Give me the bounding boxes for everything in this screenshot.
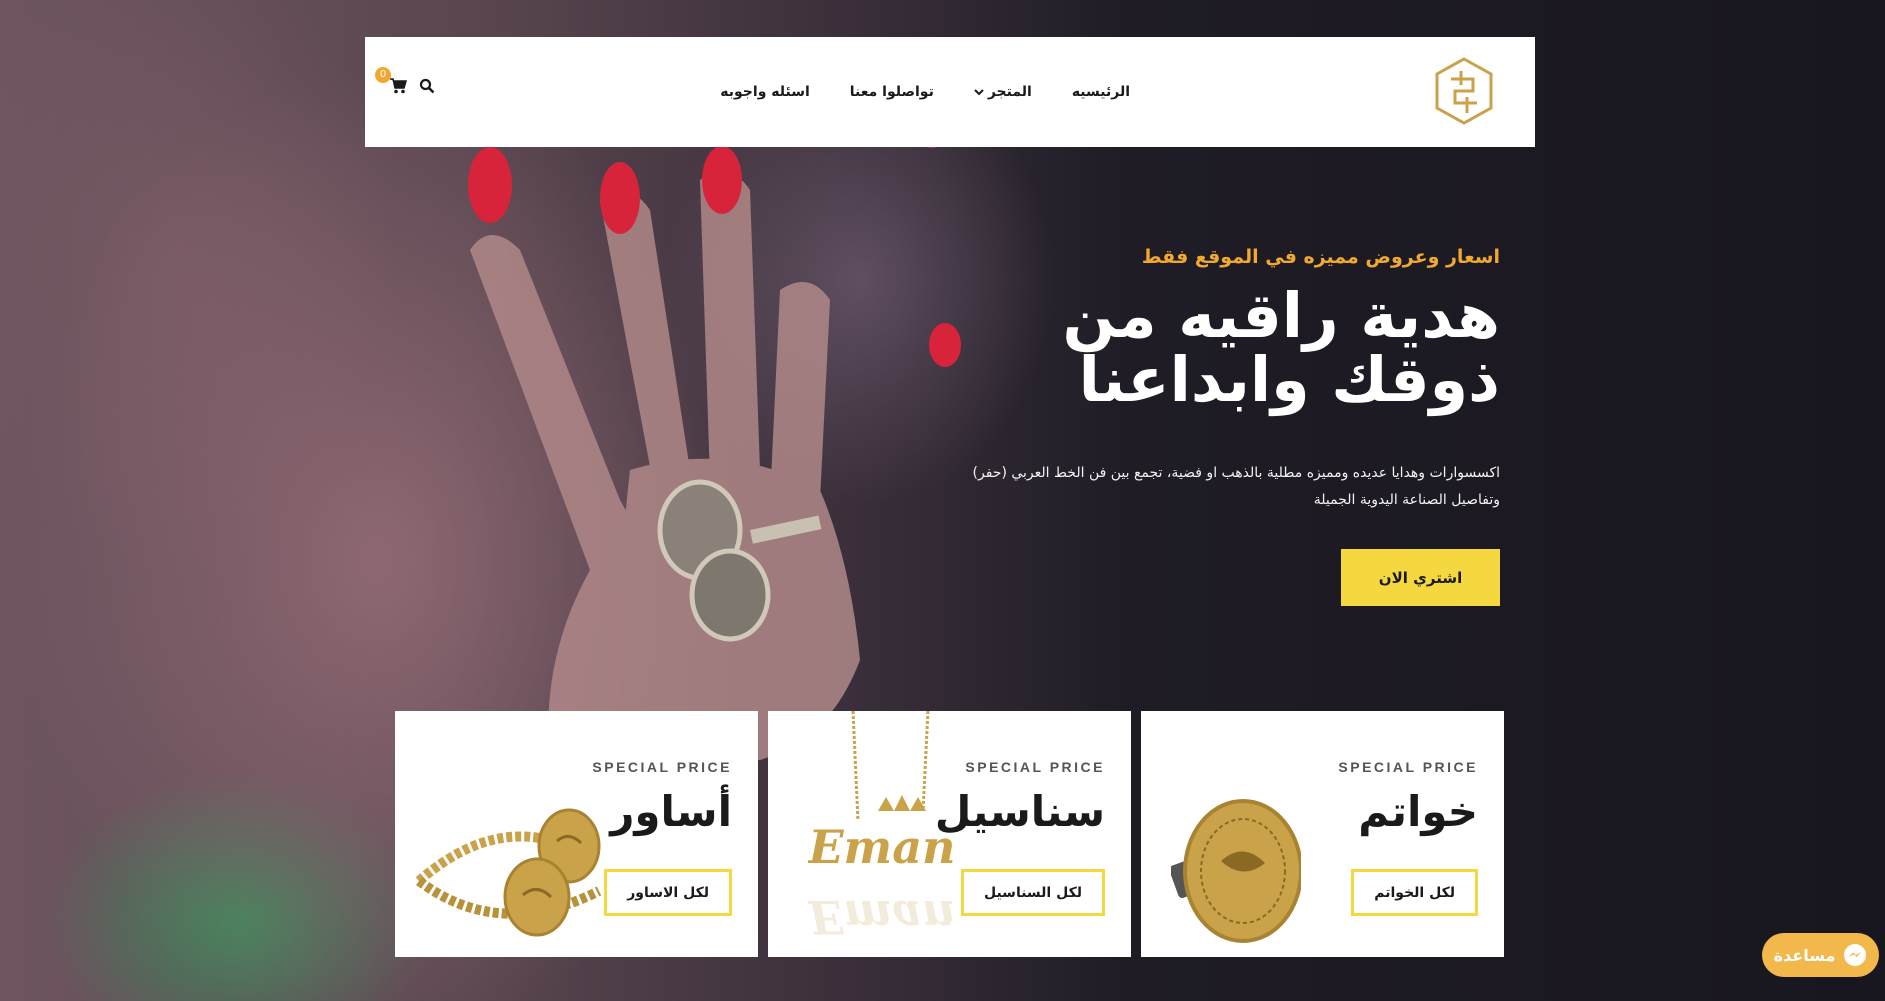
- buy-now-button[interactable]: اشتري الان: [1341, 549, 1500, 606]
- help-chat-button[interactable]: مساعدة: [1762, 933, 1879, 977]
- nav-contact[interactable]: تواصلوا معنا: [850, 84, 934, 100]
- all-rings-button[interactable]: لكل الخواتم: [1351, 869, 1478, 916]
- category-card-necklaces[interactable]: Eman Eman SPECIAL PRICE سناسيل لكل السنا…: [768, 711, 1131, 957]
- nav-store[interactable]: المتجر: [974, 84, 1032, 100]
- hero-subtitle: اسعار وعروض مميزه في الموقع فقط: [1141, 246, 1500, 268]
- card-title: سناسيل: [934, 787, 1105, 836]
- nav-faq[interactable]: اسئله واجوبه: [720, 84, 809, 100]
- all-bracelets-button[interactable]: لكل الاساور: [604, 869, 732, 916]
- cart-button[interactable]: 0: [375, 67, 407, 95]
- messenger-icon: [1844, 944, 1867, 966]
- cart-count-badge: 0: [375, 67, 391, 83]
- special-price-label: SPECIAL PRICE: [1338, 759, 1478, 775]
- hero-title-line-2: ذوقك وابداعنا: [1078, 343, 1500, 416]
- category-card-bracelets[interactable]: SPECIAL PRICE أساور لكل الاساور: [395, 711, 758, 957]
- necklace-name-text: Eman: [808, 820, 955, 874]
- help-label: مساعدة: [1773, 945, 1836, 965]
- nav-home[interactable]: الرئيسيه: [1072, 84, 1130, 100]
- hero-description: اكسسوارات وهدايا عديده ومميزه مطلية بالذ…: [940, 460, 1500, 514]
- hero-hand-image: [468, 140, 961, 760]
- hero-description-line-2: وتفاصيل الصناعة اليدوية الجميلة: [1313, 492, 1500, 508]
- header-tools: 0: [375, 67, 435, 95]
- necklace-reflection: Eman: [808, 890, 955, 944]
- search-icon[interactable]: [419, 78, 435, 94]
- bracelet-image: [415, 808, 602, 937]
- logo-icon[interactable]: [1433, 57, 1495, 125]
- special-price-label: SPECIAL PRICE: [965, 759, 1105, 775]
- card-title: خواتم: [1358, 787, 1478, 836]
- hero-title: هدية راقيه من ذوقك وابداعنا: [980, 284, 1500, 412]
- ring-image: [1171, 799, 1301, 943]
- category-card-rings[interactable]: SPECIAL PRICE خواتم لكل الخواتم: [1141, 711, 1504, 957]
- all-necklaces-button[interactable]: لكل السناسيل: [960, 869, 1105, 916]
- cart-icon: [390, 78, 407, 94]
- site-header: الرئيسيه المتجر تواصلوا معنا اسئله واجوب…: [365, 37, 1535, 147]
- hero-description-line-1: اكسسوارات وهدايا عديده ومميزه مطلية بالذ…: [972, 465, 1500, 481]
- card-title: أساور: [610, 787, 732, 836]
- hero-text-block: اسعار وعروض مميزه في الموقع فقط هدية راق…: [980, 246, 1500, 412]
- hero-title-line-1: هدية راقيه من: [1062, 279, 1500, 352]
- main-nav: الرئيسيه المتجر تواصلوا معنا اسئله واجوب…: [720, 37, 1130, 147]
- chevron-down-icon: [974, 89, 984, 96]
- special-price-label: SPECIAL PRICE: [592, 759, 732, 775]
